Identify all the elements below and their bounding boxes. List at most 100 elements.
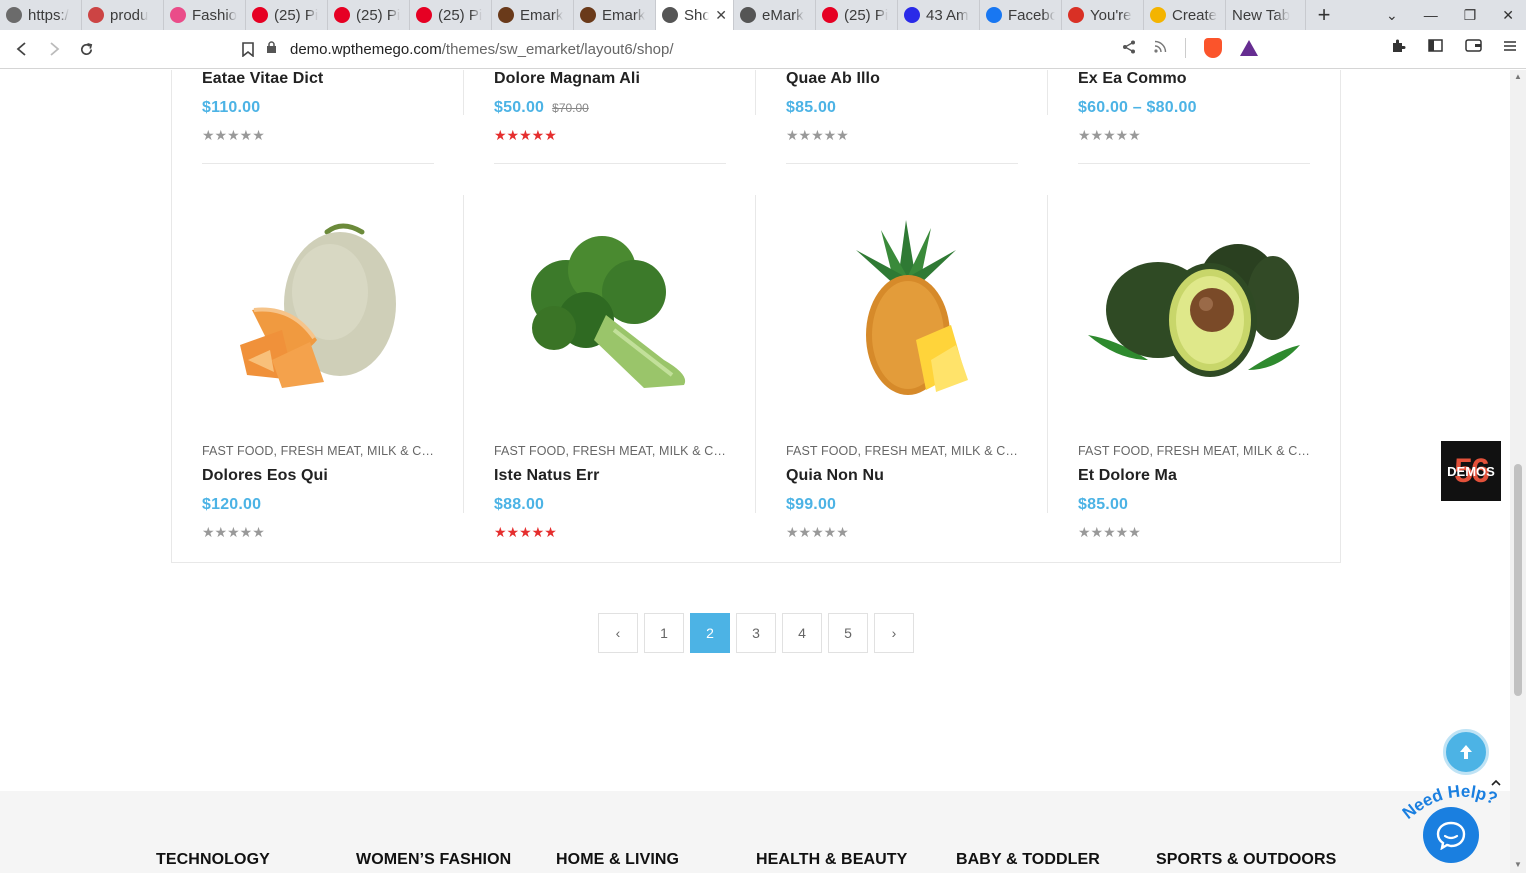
- back-button[interactable]: [6, 33, 38, 65]
- tab-title: Fashio: [192, 6, 238, 24]
- back-to-top-button[interactable]: [1443, 729, 1489, 775]
- openai-icon: [6, 7, 22, 23]
- product-image-broccoli[interactable]: [494, 210, 726, 430]
- product-card[interactable]: FAST FOOD, FRESH MEAT, MILK & CREAM Iste…: [494, 444, 726, 541]
- wallet-icon[interactable]: [1465, 39, 1482, 56]
- address-bar[interactable]: demo.wpthemego.com/themes/sw_emarket/lay…: [256, 34, 1270, 64]
- browser-tab[interactable]: eMark: [734, 0, 816, 30]
- extensions-icon[interactable]: [1391, 38, 1406, 57]
- browser-tab[interactable]: (25) Pi: [328, 0, 410, 30]
- product-image-pineapple[interactable]: [786, 210, 1018, 430]
- product-card[interactable]: FAST FOOD, FRESH MEAT, MILK & CREAM Et D…: [1078, 444, 1310, 541]
- product-name[interactable]: Iste Natus Err: [494, 467, 726, 485]
- product-image-melon[interactable]: [202, 210, 434, 430]
- product-card[interactable]: Ex Ea Commo $60.00 – $80.00 ★★★★★: [1078, 70, 1310, 144]
- rating-stars: ★★★★★: [786, 127, 849, 143]
- wordpress-icon: [740, 7, 756, 23]
- sidebar-icon[interactable]: [1428, 39, 1443, 56]
- product-card[interactable]: Eataе Vitae Dict $110.00 ★★★★★: [202, 70, 434, 144]
- page-1-button[interactable]: 1: [644, 613, 684, 653]
- browser-tab[interactable]: Create: [1144, 0, 1226, 30]
- old-price: $70.00: [552, 101, 589, 115]
- tab-title: Facebo: [1008, 6, 1055, 24]
- footer-heading-baby-toddler[interactable]: BABY & TODDLER: [956, 851, 1100, 869]
- tab-title: https:/: [28, 6, 69, 24]
- product-categories[interactable]: FAST FOOD, FRESH MEAT, MILK & CREAM: [494, 444, 726, 458]
- tab-search-icon[interactable]: ⌄: [1386, 7, 1398, 24]
- product-name[interactable]: Quia Non Nu: [786, 467, 1018, 485]
- emarket-icon: [498, 7, 514, 23]
- page-5-button[interactable]: 5: [828, 613, 868, 653]
- chat-button[interactable]: [1423, 807, 1479, 863]
- demos-badge[interactable]: 56 DEMOS: [1441, 441, 1501, 501]
- pinterest-icon: [416, 7, 432, 23]
- product-card[interactable]: FAST FOOD, FRESH MEAT, MILK & CREAM Quia…: [786, 444, 1018, 541]
- product-card[interactable]: Dolore Magnam Ali $50.00 $70.00 ★★★★★: [494, 70, 726, 144]
- browser-tab[interactable]: https:/: [0, 0, 82, 30]
- browser-tab[interactable]: (25) Pi: [816, 0, 898, 30]
- browser-tab[interactable]: Emark: [492, 0, 574, 30]
- footer-heading-womens-fashion[interactable]: WOMEN’S FASHION: [356, 851, 511, 869]
- browser-tab[interactable]: (25) Pi: [246, 0, 328, 30]
- product-name[interactable]: Ex Ea Commo: [1078, 70, 1310, 88]
- new-tab-button[interactable]: +: [1306, 0, 1342, 30]
- page-3-button[interactable]: 3: [736, 613, 776, 653]
- close-tab-icon[interactable]: ✕: [715, 7, 727, 24]
- column-divider: [1047, 70, 1048, 115]
- reload-button[interactable]: [70, 33, 102, 65]
- product-name[interactable]: Eataе Vitae Dict: [202, 70, 434, 88]
- pagination: ‹ 1 2 3 4 5 ›: [598, 613, 914, 653]
- scrollbar-thumb[interactable]: [1514, 464, 1522, 696]
- forward-button[interactable]: [38, 33, 70, 65]
- product-name[interactable]: Quae Ab Illo: [786, 70, 1018, 88]
- browser-tab[interactable]: Emark: [574, 0, 656, 30]
- product-card[interactable]: FAST FOOD, FRESH MEAT, MILK & CREAM Dolo…: [202, 444, 434, 541]
- minimize-button[interactable]: —: [1424, 7, 1438, 23]
- rating-stars: ★★★★★: [1078, 127, 1141, 143]
- browser-tab[interactable]: Sho ✕: [656, 0, 734, 30]
- chat-icon: [1436, 821, 1466, 850]
- close-window-button[interactable]: ✕: [1502, 7, 1514, 24]
- page-4-button[interactable]: 4: [782, 613, 822, 653]
- footer-heading-home-living[interactable]: HOME & LIVING: [556, 851, 679, 869]
- product-categories[interactable]: FAST FOOD, FRESH MEAT, MILK & CREAM: [1078, 444, 1310, 458]
- pinterest-icon: [252, 7, 268, 23]
- page-scrollbar[interactable]: ▲ ▼: [1510, 70, 1526, 873]
- browser-tab[interactable]: 43 Am: [898, 0, 980, 30]
- product-categories[interactable]: FAST FOOD, FRESH MEAT, MILK & CREAM: [202, 444, 434, 458]
- next-page-button[interactable]: ›: [874, 613, 914, 653]
- column-divider: [755, 195, 756, 513]
- footer-heading-technology[interactable]: TECHNOLOGY: [156, 851, 270, 869]
- url-path: /themes/sw_emarket/layout6/shop/: [441, 40, 674, 58]
- arrow-up-icon: [1460, 745, 1472, 759]
- product-price: $99.00: [786, 496, 837, 513]
- rating-stars: ★★★★★: [202, 524, 265, 540]
- browser-tab[interactable]: You're: [1062, 0, 1144, 30]
- brave-rewards-icon[interactable]: [1240, 40, 1258, 56]
- scroll-up-arrow[interactable]: ▲: [1514, 72, 1522, 81]
- brave-shields-icon[interactable]: [1204, 38, 1222, 58]
- product-image-avocado[interactable]: [1078, 210, 1310, 430]
- product-name[interactable]: Dolore Magnam Ali: [494, 70, 726, 88]
- product-name[interactable]: Dolores Eos Qui: [202, 467, 434, 485]
- wordpress-icon: [662, 7, 678, 23]
- product-categories[interactable]: FAST FOOD, FRESH MEAT, MILK & CREAM: [786, 444, 1018, 458]
- browser-tab[interactable]: Fashio: [164, 0, 246, 30]
- browser-tab[interactable]: New Tab: [1226, 0, 1306, 30]
- browser-tab[interactable]: produ: [82, 0, 164, 30]
- page-2-button[interactable]: 2: [690, 613, 730, 653]
- product-card[interactable]: Quae Ab Illo $85.00 ★★★★★: [786, 70, 1018, 144]
- menu-icon[interactable]: [1504, 39, 1516, 56]
- rating-stars: ★★★★★: [1078, 524, 1141, 540]
- facebook-icon: [986, 7, 1002, 23]
- scroll-down-arrow[interactable]: ▼: [1514, 860, 1522, 869]
- footer-heading-sports-outdoors[interactable]: SPORTS & OUTDOORS: [1156, 851, 1336, 869]
- rss-icon[interactable]: [1154, 40, 1167, 56]
- maximize-button[interactable]: ❐: [1464, 7, 1477, 24]
- share-icon[interactable]: [1122, 40, 1136, 57]
- prev-page-button[interactable]: ‹: [598, 613, 638, 653]
- browser-tab[interactable]: (25) Pi: [410, 0, 492, 30]
- footer-heading-health-beauty[interactable]: HEALTH & BEAUTY: [756, 851, 907, 869]
- product-name[interactable]: Et Dolore Ma: [1078, 467, 1310, 485]
- browser-tab[interactable]: Facebo: [980, 0, 1062, 30]
